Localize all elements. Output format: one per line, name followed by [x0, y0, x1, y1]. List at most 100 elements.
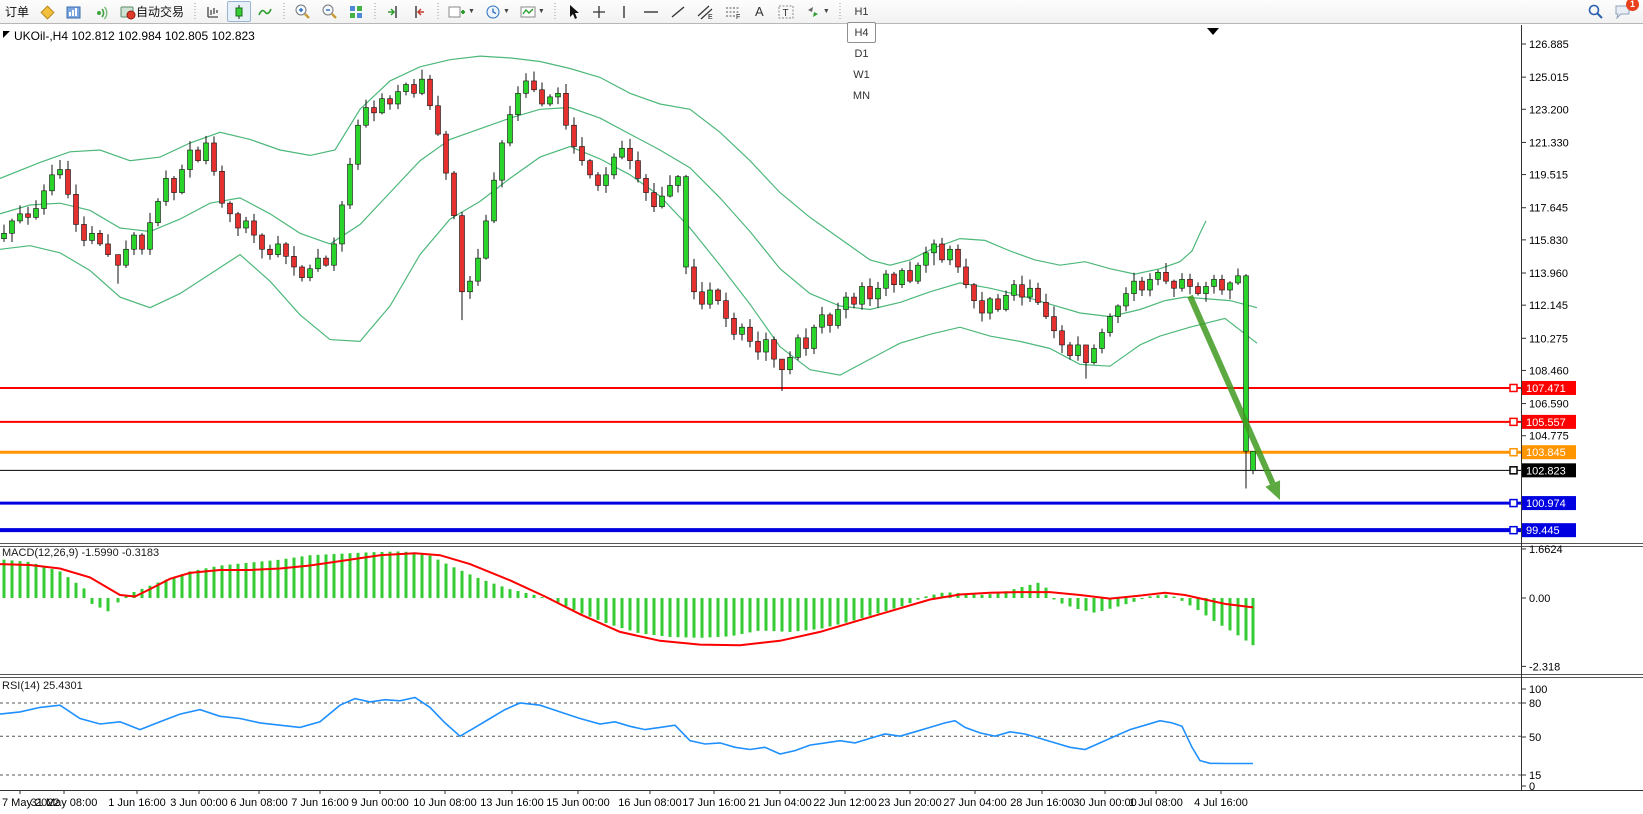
line-handle[interactable] [1510, 418, 1517, 425]
order-button-label: 订单 [5, 3, 29, 20]
line-handle[interactable] [1510, 527, 1517, 534]
macd-histogram-bar [293, 558, 296, 598]
candle-body [876, 288, 881, 299]
candle-body [612, 157, 617, 175]
candle-body [772, 340, 777, 359]
candle-body [1132, 281, 1137, 293]
candle-body [228, 203, 233, 214]
candle-body [1148, 279, 1153, 290]
autotrade-button[interactable]: 自动交易 [115, 1, 188, 22]
candle-body [884, 274, 889, 288]
candle-body [628, 148, 633, 160]
bar-chart-type-button[interactable] [201, 1, 225, 22]
candle-body [172, 178, 177, 192]
price-tick-label: 108.460 [1529, 365, 1569, 377]
macd-histogram-bar [693, 598, 696, 638]
macd-histogram-bar [1141, 598, 1144, 599]
search-button[interactable] [1583, 1, 1608, 22]
trendline-tool-button[interactable] [666, 1, 690, 22]
macd-histogram-bar [669, 598, 672, 637]
macd-histogram-bar [725, 598, 728, 637]
macd-histogram-bar [645, 598, 648, 634]
market-watch-button[interactable] [61, 1, 86, 22]
candle-body [892, 274, 897, 285]
candle-body [74, 194, 79, 224]
fibonacci-tool-button[interactable]: F [720, 1, 746, 22]
candle-body [196, 150, 201, 161]
channel-tool-button[interactable]: E [692, 1, 718, 22]
chevron-down-icon: ▼ [538, 8, 545, 15]
macd-histogram-bar [453, 567, 456, 598]
candle-body [1124, 294, 1129, 306]
candle-body [428, 79, 433, 106]
candle-body [812, 327, 817, 348]
auto-scroll-button[interactable] [381, 1, 405, 22]
chevron-down-icon: ▼ [823, 8, 830, 15]
text-tool-button[interactable]: A [748, 1, 771, 22]
arrows-tool-button[interactable]: ▼ [801, 1, 834, 22]
candle-body [26, 214, 31, 218]
macd-histogram-bar [405, 552, 408, 598]
candle-body [1180, 279, 1185, 288]
chart-shift-marker[interactable] [1207, 28, 1219, 35]
macd-histogram-bar [125, 597, 128, 598]
candle-body [780, 359, 785, 370]
candle-chart-type-button[interactable] [227, 1, 251, 22]
macd-histogram-bar [789, 598, 792, 632]
macd-tick-label: -2.318 [1529, 661, 1560, 673]
candle-body [764, 340, 769, 352]
rsi-tick-label: 100 [1529, 684, 1547, 696]
macd-histogram-bar [605, 598, 608, 623]
macd-histogram-bar [885, 598, 888, 611]
zoom-out-button[interactable] [317, 1, 342, 22]
candle-body [916, 265, 921, 281]
crosshair-tool-button[interactable] [587, 1, 611, 22]
zoom-in-button[interactable] [290, 1, 315, 22]
order-button[interactable]: 订单 [1, 1, 33, 22]
macd-histogram-bar [701, 598, 704, 638]
macd-histogram-bar [91, 598, 94, 604]
notifications-button[interactable]: 1 [1610, 1, 1635, 22]
candle-body [524, 81, 529, 93]
macd-histogram-bar [925, 596, 928, 598]
text-label-tool-button[interactable]: T [773, 1, 799, 22]
chart-shift-button[interactable] [407, 1, 431, 22]
line-handle[interactable] [1510, 500, 1517, 507]
line-chart-type-button[interactable] [253, 1, 277, 22]
time-tick-label: 21 Jun 04:00 [748, 797, 812, 809]
line-handle[interactable] [1510, 384, 1517, 391]
chart-canvas[interactable]: 126.885125.015123.200121.330119.515117.6… [0, 25, 1643, 814]
cursor-tool-button[interactable] [562, 1, 585, 22]
new-chart-button[interactable]: ▼ [444, 1, 479, 22]
chart-menu-triangle[interactable] [3, 31, 10, 38]
macd-histogram-bar [685, 598, 688, 637]
candle-body [788, 357, 793, 369]
period-button[interactable]: ▼ [481, 1, 514, 22]
time-tick-label: 10 Jun 08:00 [413, 797, 477, 809]
new-order-button[interactable] [35, 1, 59, 22]
signals-button[interactable] [88, 1, 113, 22]
macd-histogram-bar [1085, 598, 1088, 611]
line-handle[interactable] [1510, 449, 1517, 456]
time-tick-label: 9 Jun 00:00 [351, 797, 409, 809]
macd-histogram-bar [285, 559, 288, 598]
macd-histogram-bar [901, 598, 904, 606]
clock-icon [485, 4, 501, 20]
timeframe-button-H1[interactable]: H1 [847, 1, 876, 22]
macd-histogram-bar [173, 577, 176, 598]
fibonacci-icon: F [724, 4, 742, 20]
tile-windows-button[interactable] [344, 1, 368, 22]
line-handle[interactable] [1510, 467, 1517, 474]
macd-histogram-bar [517, 591, 520, 598]
template-button[interactable]: ▼ [516, 1, 549, 22]
macd-histogram-bar [1061, 598, 1064, 604]
macd-histogram-bar [381, 552, 384, 598]
candle-body [292, 256, 297, 267]
candle-body [324, 258, 329, 265]
macd-tick-label: 1.6624 [1529, 544, 1563, 556]
vertical-line-tool-button[interactable] [613, 1, 636, 22]
macd-histogram-bar [197, 570, 200, 598]
candle-body [860, 286, 865, 304]
macd-histogram-bar [821, 598, 824, 628]
horizontal-line-tool-button[interactable] [638, 1, 664, 22]
